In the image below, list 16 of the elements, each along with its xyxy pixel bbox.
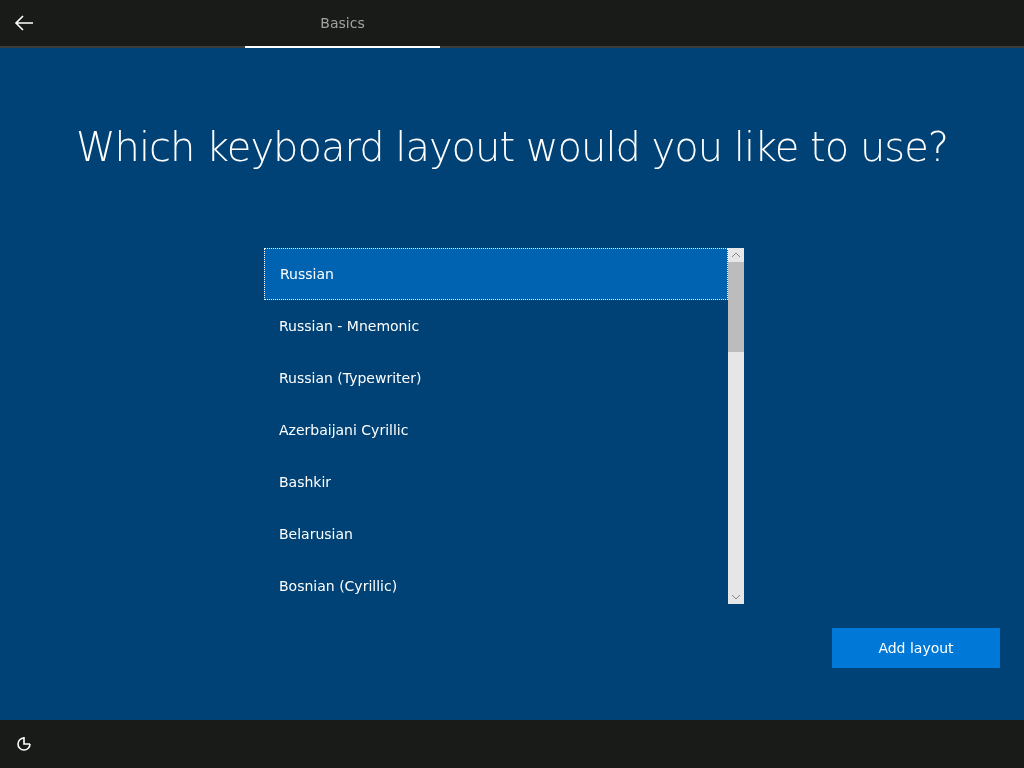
layout-list-item[interactable]: Azerbaijani Cyrillic xyxy=(264,404,728,456)
layout-list-item[interactable]: Russian - Mnemonic xyxy=(264,300,728,352)
layout-list-item[interactable]: Russian (Typewriter) xyxy=(264,352,728,404)
add-layout-button[interactable]: Add layout xyxy=(832,628,1000,668)
layout-list-item[interactable]: Bashkir xyxy=(264,456,728,508)
layout-list-item[interactable]: Bosnian (Cyrillic) xyxy=(264,560,728,612)
scrollbar[interactable] xyxy=(728,248,744,604)
scroll-down-icon xyxy=(731,594,741,600)
tab[interactable]: Basics xyxy=(245,0,440,48)
back-arrow-icon xyxy=(14,15,34,31)
scrollbar-thumb[interactable] xyxy=(728,262,744,352)
page-heading: Which keyboard layout would you like to use? xyxy=(76,123,948,172)
layout-list-item[interactable]: Russian xyxy=(264,248,728,300)
accessibility-icon[interactable] xyxy=(16,735,34,753)
layout-list-item[interactable]: Belarusian xyxy=(264,508,728,560)
scroll-up-icon xyxy=(731,252,741,258)
